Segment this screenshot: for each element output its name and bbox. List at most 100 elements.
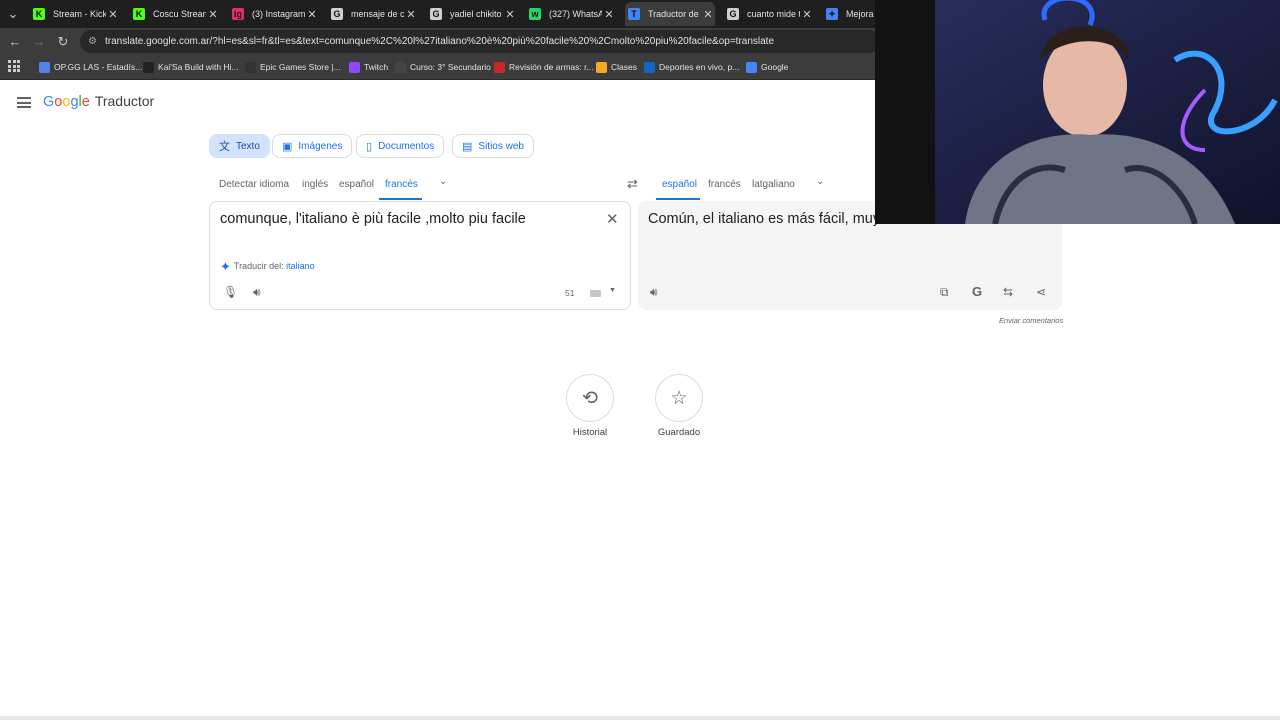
source-lang-french[interactable]: francés xyxy=(385,179,418,190)
language-suggestion: ✦ Traducir del: italiano xyxy=(220,259,315,274)
bookmark-favicon-icon xyxy=(395,61,406,73)
tab-title: Coscu Stream xyxy=(153,9,206,19)
browser-tab[interactable]: Gmensaje de cu ✕ xyxy=(328,2,418,26)
listen-translation-icon[interactable]: 🔊︎ xyxy=(650,285,658,300)
browser-tab[interactable]: K Stream - Kick ✕ xyxy=(30,2,120,26)
tab-search-icon[interactable]: ⌄ xyxy=(5,6,21,22)
source-lang-english[interactable]: inglés xyxy=(302,179,328,190)
close-tab-icon[interactable]: ✕ xyxy=(106,8,120,21)
close-tab-icon[interactable]: ✕ xyxy=(602,8,616,21)
close-tab-icon[interactable]: ✕ xyxy=(503,8,517,21)
close-tab-icon[interactable]: ✕ xyxy=(305,8,319,21)
tab-favicon-icon: ✦ xyxy=(826,8,838,20)
bookmark-item[interactable]: Google xyxy=(746,60,788,74)
bookmark-item[interactable]: Revisión de armas: r... xyxy=(494,60,594,74)
browser-tab[interactable]: ig (3) Instagram ✕ xyxy=(229,2,319,26)
tab-favicon-icon: G xyxy=(430,8,442,20)
browser-tab[interactable]: ✦ Mejora de xyxy=(823,2,878,26)
bottom-edge xyxy=(0,716,1280,720)
webcam-overlay xyxy=(875,0,1280,224)
browser-tab[interactable]: Gcuanto mide t ✕ xyxy=(724,2,814,26)
google-translate-logo[interactable]: Google Traductor xyxy=(43,93,154,110)
translate-icon: 文 xyxy=(219,141,230,153)
target-lang-more-icon[interactable]: ⌄ xyxy=(816,176,824,187)
document-icon: ▯ xyxy=(366,140,373,153)
target-lang-indicator xyxy=(656,198,700,200)
tab-title: Stream - Kick xyxy=(53,9,106,19)
mode-websites-button[interactable]: ▤ Sitios web xyxy=(452,134,534,158)
tab-favicon-icon: ig xyxy=(232,8,244,20)
rate-translation-icon[interactable]: ⇆ xyxy=(1003,285,1013,299)
target-lang-spanish[interactable]: español xyxy=(662,179,697,190)
microphone-icon[interactable]: 🎙︎ xyxy=(223,285,238,299)
target-lang-french[interactable]: francés xyxy=(708,179,741,190)
listen-source-icon[interactable]: 🔊︎ xyxy=(253,285,261,300)
mode-images-button[interactable]: ▣ Imágenes xyxy=(272,134,353,158)
history-icon: ⟲ xyxy=(582,387,598,409)
bookmark-label: Revisión de armas: r... xyxy=(509,62,594,72)
tab-title: Mejora de xyxy=(846,9,878,19)
main-menu-icon[interactable] xyxy=(17,97,31,111)
back-icon[interactable]: ← xyxy=(7,34,23,50)
bookmark-label: Epic Games Store |... xyxy=(260,62,341,72)
browser-tab[interactable]: w (327) WhatsAp✕ xyxy=(526,2,616,26)
bookmark-favicon-icon xyxy=(746,61,757,73)
browser-tab[interactable]: K Coscu Stream ✕ xyxy=(130,2,220,26)
close-tab-icon[interactable]: ✕ xyxy=(206,8,220,21)
source-lang-indicator xyxy=(379,198,422,200)
bookmark-favicon-icon xyxy=(494,61,505,73)
tab-title: cuanto mide t xyxy=(747,9,800,19)
source-lang-detect[interactable]: Detectar idioma xyxy=(219,179,289,190)
bookmark-label: Twitch xyxy=(364,62,389,72)
keyboard-icon[interactable] xyxy=(590,290,601,297)
browser-tab[interactable]: Gyadiel chikito ✕ xyxy=(427,2,517,26)
saved-button[interactable]: ☆ xyxy=(655,374,703,422)
bookmark-item[interactable]: Deportes en vivo, p... xyxy=(644,60,739,74)
tab-favicon-icon: G xyxy=(331,8,343,20)
share-icon[interactable]: ⋖ xyxy=(1036,285,1046,299)
swap-languages-icon[interactable]: ⇄ xyxy=(627,176,638,192)
product-name: Traductor xyxy=(94,93,155,109)
sparkle-icon: ✦ xyxy=(220,259,231,274)
bookmark-favicon-icon xyxy=(349,61,360,73)
send-feedback-link[interactable]: Enviar comentarios xyxy=(999,316,1063,325)
suggested-language-link[interactable]: italiano xyxy=(286,261,315,271)
address-bar[interactable]: ⚙ translate.google.com.ar/?hl=es&sl=fr&t… xyxy=(80,30,880,53)
apps-grid-icon[interactable] xyxy=(8,60,20,72)
google-search-icon[interactable]: G xyxy=(972,284,982,299)
character-count: 51 xyxy=(565,288,575,298)
bookmark-item[interactable]: OP.GG LAS - Estadís... xyxy=(39,60,142,74)
tab-favicon-icon: K xyxy=(33,8,45,20)
source-text-input[interactable]: comunque, l'italiano è più facile ,molto… xyxy=(220,211,526,227)
close-tab-icon[interactable]: ✕ xyxy=(701,8,715,21)
bookmark-label: Deportes en vivo, p... xyxy=(659,62,740,72)
source-lang-more-icon[interactable]: ⌄ xyxy=(439,176,447,187)
bookmark-item[interactable]: Twitch xyxy=(349,60,388,74)
bookmark-favicon-icon xyxy=(39,61,50,73)
bookmark-item[interactable]: Epic Games Store |... xyxy=(245,60,341,74)
copy-icon[interactable]: ⧉ xyxy=(940,285,949,300)
bookmark-item[interactable]: Curso: 3° Secundario xyxy=(395,60,491,74)
close-tab-icon[interactable]: ✕ xyxy=(800,8,814,21)
history-button[interactable]: ⟲ xyxy=(566,374,614,422)
bookmark-favicon-icon xyxy=(245,61,256,73)
target-lang-latgalian[interactable]: latgaliano xyxy=(752,179,795,190)
bookmark-label: Google xyxy=(761,62,789,72)
tab-title: (3) Instagram xyxy=(252,9,305,19)
bookmark-item[interactable]: Kai'Sa Build with Hi... xyxy=(143,60,239,74)
close-tab-icon[interactable]: ✕ xyxy=(404,8,418,21)
image-icon: ▣ xyxy=(282,140,293,153)
reload-icon[interactable]: ↻ xyxy=(55,34,71,50)
tab-title: mensaje de cu xyxy=(351,9,404,19)
saved-label: Guardado xyxy=(657,427,701,438)
browser-tab[interactable]: T Traductor de G✕ xyxy=(625,2,715,26)
source-lang-spanish[interactable]: español xyxy=(339,179,374,190)
site-info-icon[interactable]: ⚙ xyxy=(88,30,97,53)
web-icon: ▤ xyxy=(462,140,473,153)
clear-source-icon[interactable]: ✕ xyxy=(606,210,619,228)
forward-icon[interactable]: → xyxy=(31,34,47,50)
mode-text-button[interactable]: 文 Texto xyxy=(209,134,270,158)
mode-documents-button[interactable]: ▯ Documentos xyxy=(356,134,445,158)
keyboard-dropdown-icon[interactable]: ▼ xyxy=(609,287,616,294)
bookmark-item[interactable]: Clases xyxy=(596,60,637,74)
